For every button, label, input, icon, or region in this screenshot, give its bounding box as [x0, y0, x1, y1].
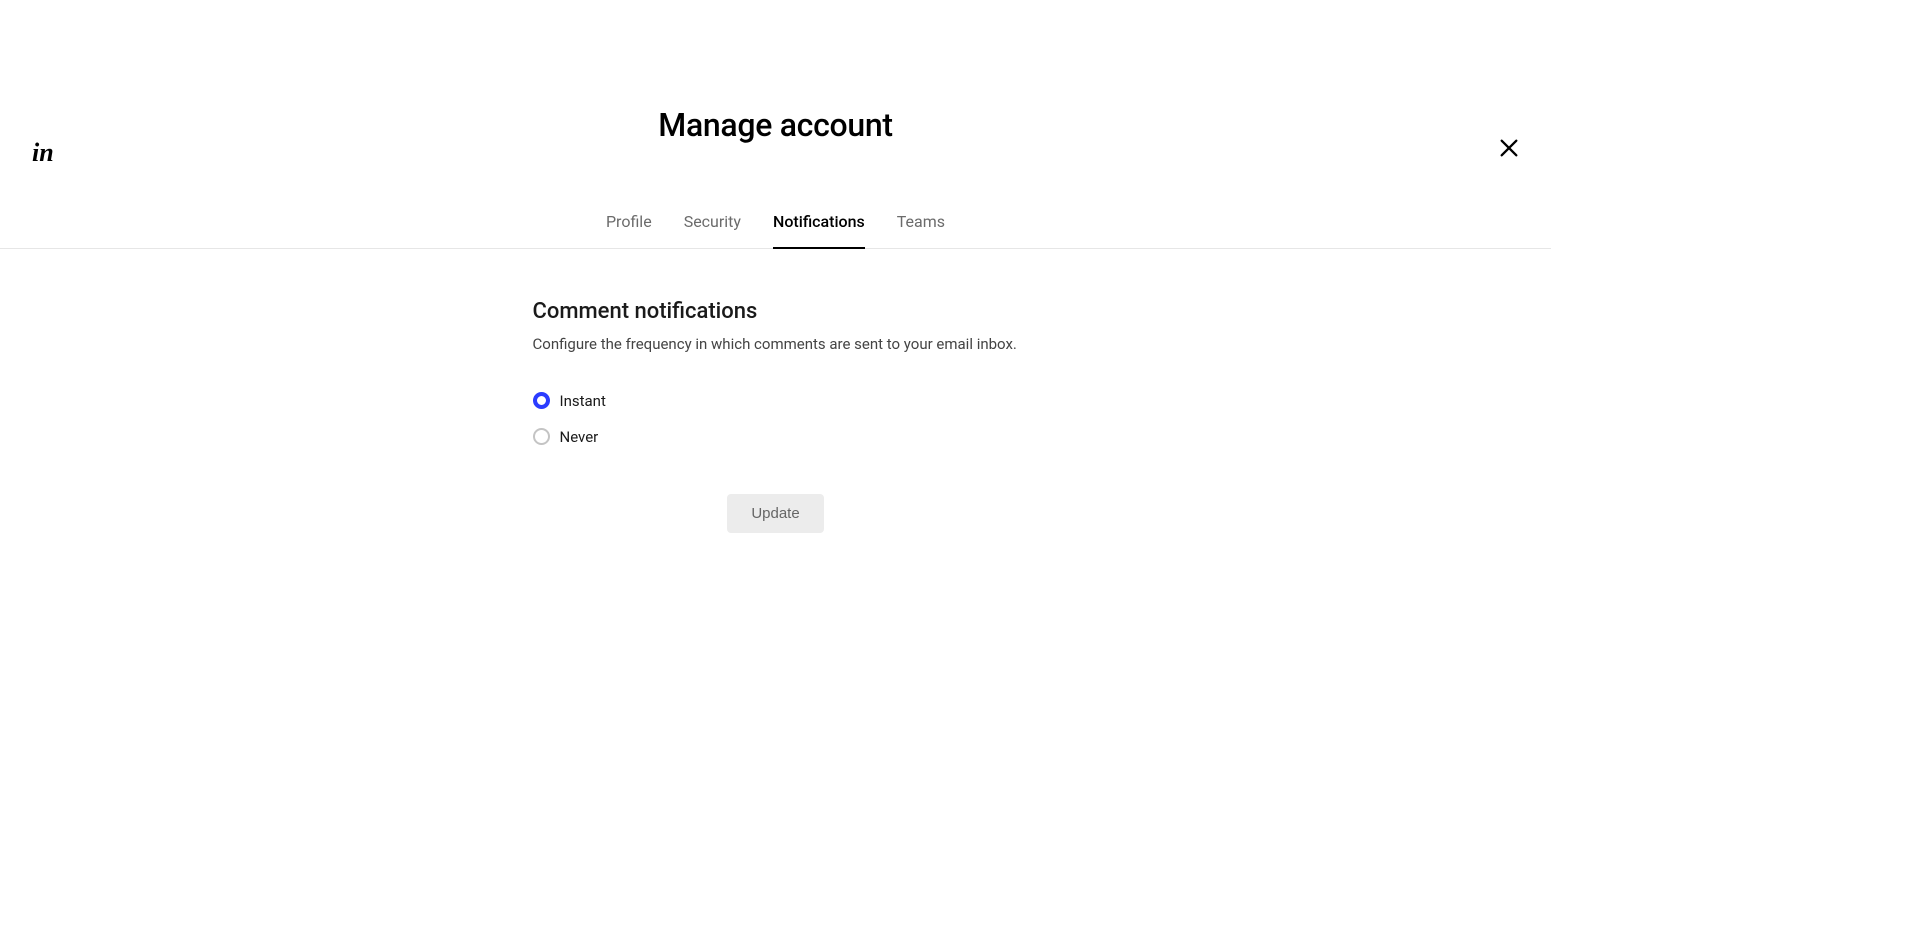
close-button[interactable] [1495, 134, 1523, 162]
section-description: Configure the frequency in which comment… [533, 334, 1019, 356]
tab-notifications[interactable]: Notifications [773, 212, 865, 249]
radio-option-instant[interactable]: Instant [533, 392, 1019, 410]
tabs-container: Profile Security Notifications Teams [0, 212, 1551, 249]
tab-teams[interactable]: Teams [897, 212, 945, 249]
radio-group-frequency: Instant Never [533, 392, 1019, 446]
tab-profile[interactable]: Profile [606, 212, 652, 249]
radio-indicator [533, 428, 550, 445]
page-title: Manage account [0, 106, 1551, 144]
close-icon [1498, 137, 1520, 159]
content-area: Comment notifications Configure the freq… [533, 249, 1019, 533]
update-button[interactable]: Update [727, 494, 823, 533]
section-title: Comment notifications [533, 299, 1019, 324]
logo[interactable]: in [32, 138, 54, 168]
radio-label: Instant [560, 392, 606, 410]
radio-label: Never [560, 428, 599, 446]
radio-option-never[interactable]: Never [533, 428, 1019, 446]
tab-security[interactable]: Security [684, 212, 741, 249]
radio-indicator-selected [533, 392, 550, 409]
